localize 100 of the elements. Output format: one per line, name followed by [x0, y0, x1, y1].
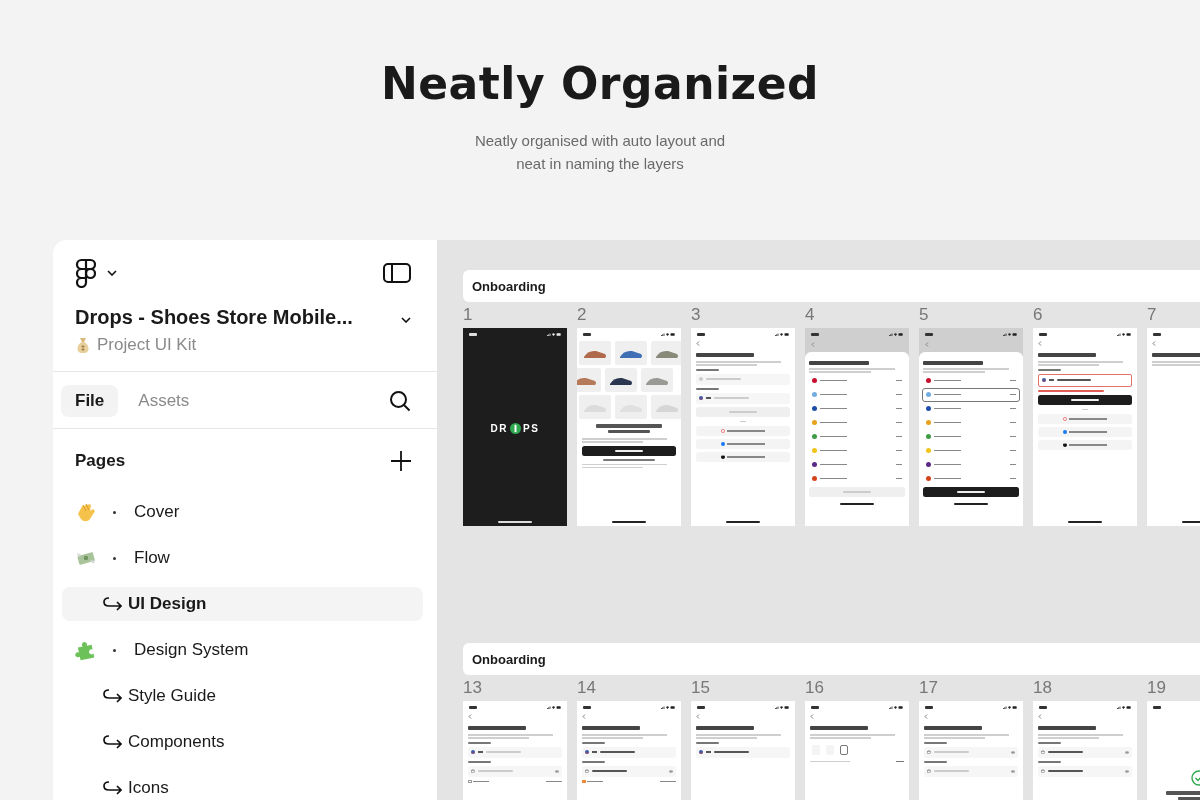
- country-option[interactable]: [923, 388, 1019, 401]
- error-line: [1038, 389, 1104, 392]
- logo-text: PS: [523, 422, 540, 434]
- signal-battery-icon: [547, 333, 561, 336]
- bullet-icon: [113, 556, 116, 560]
- signal-battery-icon: [775, 706, 789, 709]
- page-item[interactable]: Components: [62, 725, 423, 759]
- ring-icon: [721, 428, 726, 433]
- signal-battery-icon: [547, 706, 561, 709]
- eye-icon: [1125, 750, 1129, 754]
- label-line: [924, 741, 947, 744]
- frame-number: 17: [919, 677, 939, 699]
- frame-number: 3: [691, 304, 702, 326]
- back-icon[interactable]: [1038, 714, 1042, 719]
- checkbox[interactable]: [582, 779, 586, 783]
- circle-icon: [721, 441, 726, 446]
- label-line: [1038, 760, 1061, 763]
- input-field[interactable]: [468, 746, 562, 758]
- frame-number: 6: [1033, 304, 1044, 326]
- section-header: Onboarding: [463, 643, 1200, 675]
- back-icon[interactable]: [924, 714, 928, 719]
- page-item[interactable]: UI Design: [62, 587, 423, 621]
- back-icon[interactable]: [696, 341, 700, 346]
- label-line: [696, 741, 719, 744]
- frame-number: 15: [691, 677, 711, 699]
- label-line: [1038, 741, 1061, 744]
- action-button[interactable]: [582, 445, 676, 456]
- return-arrow-icon: [103, 735, 122, 749]
- action-button[interactable]: [1038, 394, 1132, 405]
- signal-battery-icon: [889, 333, 903, 336]
- label-line: [582, 760, 605, 763]
- page-item[interactable]: Flow: [62, 541, 423, 575]
- social-signup-button[interactable]: [696, 451, 790, 462]
- eye-icon: [1011, 769, 1015, 773]
- eye-icon: [555, 769, 559, 773]
- frame-number: 16: [805, 677, 825, 699]
- back-icon[interactable]: [582, 714, 586, 719]
- eye-icon: [1125, 769, 1129, 773]
- circle-icon: [1063, 429, 1068, 434]
- back-icon[interactable]: [1152, 341, 1156, 346]
- checkbox[interactable]: [468, 779, 472, 783]
- input-field[interactable]: [924, 746, 1018, 758]
- eye-icon: [669, 769, 673, 773]
- figma-logo-icon[interactable]: [75, 258, 97, 288]
- chevron-down-icon: [107, 270, 117, 276]
- input-field[interactable]: [924, 765, 1018, 777]
- page-item[interactable]: Design System: [62, 633, 423, 667]
- social-signup-button[interactable]: [696, 425, 790, 436]
- input-field[interactable]: [696, 746, 790, 758]
- add-page-icon[interactable]: [391, 451, 411, 471]
- page-subtitle: Neatly organised with auto layout and neat in naming the layers: [473, 131, 727, 174]
- return-arrow-icon: [103, 781, 122, 795]
- frame-number: 13: [463, 677, 483, 699]
- page-item[interactable]: Style Guide: [62, 679, 423, 713]
- social-signup-button[interactable]: [1038, 426, 1132, 437]
- frame-number: 7: [1147, 304, 1158, 326]
- pages-heading: Pages: [75, 451, 126, 471]
- input-field[interactable]: [468, 765, 562, 777]
- input-field[interactable]: [582, 765, 676, 777]
- label-line: [582, 741, 605, 744]
- label-line: [468, 741, 491, 744]
- label-line: [696, 387, 719, 390]
- page-item[interactable]: Icons: [62, 771, 423, 800]
- label-line: [1038, 368, 1061, 371]
- back-icon[interactable]: [1038, 341, 1042, 346]
- input-field[interactable]: [696, 392, 790, 404]
- search-icon[interactable]: [389, 390, 411, 412]
- back-icon[interactable]: [696, 714, 700, 719]
- signal-battery-icon: [661, 706, 675, 709]
- back-icon[interactable]: [468, 714, 472, 719]
- waving-hand-icon: [75, 501, 97, 523]
- sidebar-toggle-icon[interactable]: [383, 263, 411, 283]
- bullet-icon: [113, 510, 116, 514]
- frame-number: 18: [1033, 677, 1053, 699]
- action-button[interactable]: [923, 486, 1019, 497]
- signal-battery-icon: [1003, 706, 1017, 709]
- team-name: Project UI Kit: [97, 335, 197, 355]
- page-title: Neatly Organized: [380, 58, 820, 109]
- input-field[interactable]: [1038, 746, 1132, 758]
- panel-tab[interactable]: File: [61, 385, 119, 417]
- back-icon[interactable]: [810, 714, 814, 719]
- frame-number: 14: [577, 677, 597, 699]
- frame-number: 1: [463, 304, 474, 326]
- input-field[interactable]: [1038, 765, 1132, 777]
- panel-tab[interactable]: Assets: [124, 385, 204, 417]
- frame-number: 5: [919, 304, 930, 326]
- logo-text: DR: [490, 422, 509, 434]
- page-item[interactable]: Cover: [62, 495, 423, 529]
- social-signup-button[interactable]: [1038, 413, 1132, 424]
- social-signup-button[interactable]: [1038, 439, 1132, 450]
- input-field[interactable]: [696, 373, 790, 385]
- input-field[interactable]: [582, 746, 676, 758]
- chevron-down-icon: [401, 316, 411, 323]
- link-line[interactable]: [603, 458, 655, 461]
- logo-mark-icon: [510, 422, 522, 434]
- signal-battery-icon: [889, 706, 903, 709]
- input-field[interactable]: [1038, 373, 1132, 387]
- label-line: [696, 368, 719, 371]
- frame-number: 2: [577, 304, 588, 326]
- social-signup-button[interactable]: [696, 438, 790, 449]
